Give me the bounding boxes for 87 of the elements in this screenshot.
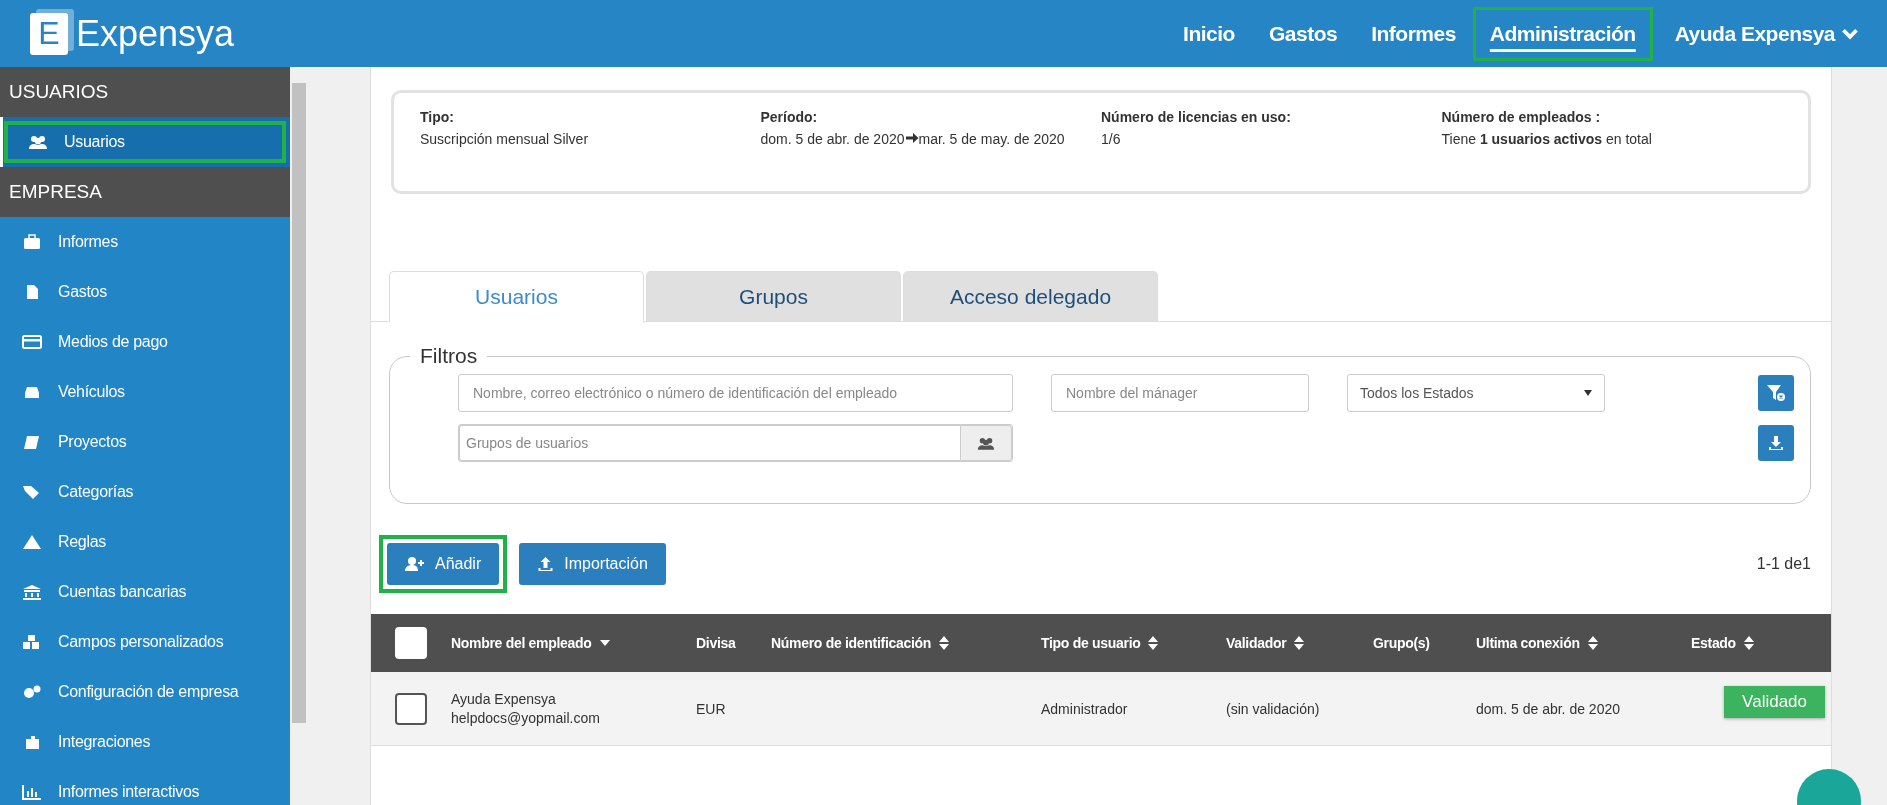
chevron-down-icon [1841,27,1859,40]
table-cell: Administrador [1041,700,1128,717]
menu-item-icon [22,484,42,500]
sort-down-icon [599,640,610,646]
import-button[interactable]: Importación [519,543,666,585]
user-menu[interactable]: Ayuda Expensya [1674,21,1859,46]
sidebar-item[interactable]: Informes [0,217,290,267]
menu-item-icon [22,384,42,400]
sidebar-item[interactable]: Integraciones [0,717,290,767]
table-cell: EUR [696,700,726,717]
table-cell: dom. 5 de abr. de 2020 [1476,700,1620,717]
sort-icon [1587,636,1598,650]
menu-item-icon [22,634,42,650]
sidebar-item[interactable]: Cuentas bancarias [0,567,290,617]
download-button[interactable] [1758,425,1794,461]
nav-link[interactable]: Gastos [1251,6,1355,61]
filter-clear-icon [1766,384,1786,402]
info-value: Tiene 1 usuarios activos en total [1441,130,1653,149]
manager-field[interactable]: Nombre del mánager [1051,374,1309,412]
users-icon [977,435,995,451]
groups-field[interactable]: Grupos de usuarios [459,425,960,461]
table-cell: (sin validación) [1226,700,1320,717]
download-icon [1768,435,1784,451]
column-header[interactable]: Número de identificación [771,635,950,651]
upload-icon [537,556,555,572]
employee-email: helpdocs@yopmail.com [451,710,601,726]
nav-link[interactable]: Administración [1472,6,1653,61]
menu-item-icon [22,584,42,600]
menu-item-icon [22,784,42,800]
column-header[interactable]: Ultima conexión [1476,635,1598,651]
info-value: Suscripción mensual Silver [420,130,590,149]
menu-item-icon [22,434,42,450]
info-label: Tipo: [420,109,455,125]
sidebar-item[interactable]: Medios de pago [0,317,290,367]
sidebar-item[interactable]: Categorías [0,467,290,517]
groups-picker-button[interactable] [960,425,1012,461]
filters-legend: Filtros [410,344,488,368]
tab[interactable]: Grupos [646,271,901,321]
menu-item-icon [22,684,42,700]
sort-icon [1743,636,1754,650]
column-header[interactable]: Estado [1691,635,1754,651]
sort-icon [939,636,950,650]
sidebar-item[interactable]: Reglas [0,517,290,567]
section-header: USUARIOS [0,67,290,117]
employee-name: Ayuda Expensya [451,691,557,707]
nav-link[interactable]: Informes [1354,6,1473,61]
sort-icon [1148,636,1159,650]
menu-item-icon [22,234,42,250]
column-header[interactable]: Tipo de usuario [1041,635,1159,651]
scrollbar[interactable] [290,67,308,805]
info-label: Período: [760,109,819,125]
tab[interactable]: Acceso delegado [903,271,1158,321]
column-header[interactable]: Nombre del empleado [451,635,610,651]
users-icon [28,134,48,150]
column-header[interactable]: Validador [1226,635,1305,651]
sidebar-item[interactable]: Usuarios [0,117,290,167]
sidebar-item[interactable]: Informes interactivos [0,767,290,805]
sidebar-item[interactable]: Vehículos [0,367,290,417]
status-dropdown[interactable]: Todos los Estados [1347,374,1605,412]
info-label: Número de empleados : [1441,109,1602,125]
sidebar-item[interactable]: Campos personalizados [0,617,290,667]
info-value: dom. 5 de abr. de 2020 mar. 5 de may. de 2020 [760,130,1066,149]
logo-text: Expensya [76,12,235,55]
sidebar-item[interactable]: Proyectos [0,417,290,467]
logo-icon: E [30,12,68,55]
tab[interactable]: Usuarios [389,271,644,322]
clear-filter-button[interactable] [1758,375,1794,411]
search-field[interactable]: Nombre, correo electrónico o número de identificación del empleado [458,374,1013,412]
pagination-text: 1-1 de1 [1756,555,1811,573]
dropdown-caret-icon [1584,390,1592,396]
row-checkbox[interactable] [395,692,427,725]
select-all-checkbox[interactable] [395,627,427,659]
menu-item-icon [22,334,42,350]
add-button[interactable]: Añadir [387,543,500,585]
sidebar-item[interactable]: Configuración de empresa [0,667,290,717]
info-value: 1/6 [1101,130,1122,149]
arrow-right-icon [904,132,919,144]
column-header[interactable]: Divisa [696,635,736,651]
add-user-icon [405,556,425,572]
status-ribbon: Validado [1724,686,1825,718]
column-header[interactable]: Grupo(s) [1373,635,1430,651]
sidebar-item[interactable]: Gastos [0,267,290,317]
info-label: Número de licencias en uso: [1101,109,1292,125]
menu-item-icon [22,534,42,550]
section-header: EMPRESA [0,167,290,217]
sort-icon [1294,636,1305,650]
nav-link[interactable]: Inicio [1166,6,1252,61]
